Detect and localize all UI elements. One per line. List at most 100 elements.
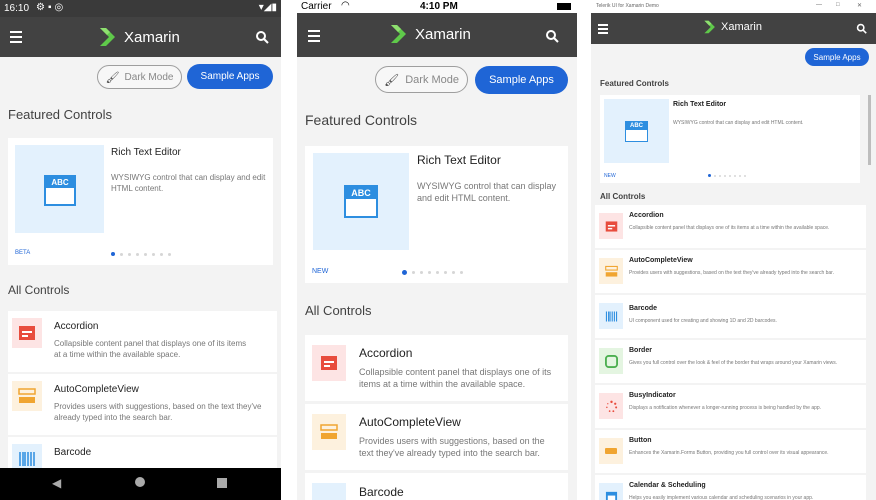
search-icon[interactable] [255, 30, 269, 44]
recents-icon[interactable] [217, 478, 227, 488]
list-item-autocompleteview[interactable]: AutoCompleteView Provides users with sug… [305, 404, 568, 470]
all-controls-heading: All Controls [600, 192, 646, 201]
list-item-description: UI component used for creating and showi… [629, 318, 777, 324]
android-screen: 16:10 ⚙▪◎ ▾◢▮ Xamarin 🖌 Dark Mode Sample … [0, 0, 281, 500]
list-item-description: Collapsible content panel that displays … [54, 339, 247, 359]
carousel-indicator[interactable] [402, 270, 463, 275]
back-icon[interactable]: ◀ [52, 476, 61, 490]
list-item-description: Provides users with suggestions, based o… [629, 270, 834, 276]
brush-icon: 🖌 [383, 72, 400, 87]
list-item-title: Accordion [629, 212, 664, 219]
list-item-barcode[interactable]: Barcode [305, 473, 568, 500]
list-item-title: Barcode [54, 447, 92, 458]
autocomplete-icon [12, 381, 42, 411]
list-item-calendar-scheduling[interactable]: Calendar & Scheduling Helps you easily i… [595, 475, 866, 500]
list-item-title: Accordion [359, 346, 413, 360]
list-item-title: AutoCompleteView [359, 415, 461, 429]
minimize-icon[interactable]: — [816, 2, 822, 8]
windows-screen: Telerik UI for Xamarin Demo — □ ✕ Xamari… [591, 0, 876, 500]
list-item-title: BusyIndicator [629, 392, 676, 399]
button-icon [599, 438, 623, 464]
carousel-indicator[interactable] [111, 252, 171, 256]
controls-list: Accordion Collapsible content panel that… [595, 205, 866, 500]
featured-tag: NEW [604, 173, 616, 179]
accordion-icon [312, 345, 346, 381]
scrollbar[interactable] [868, 95, 871, 165]
android-nav-bar: ◀ [0, 468, 281, 500]
window-title: Telerik UI for Xamarin Demo [596, 3, 659, 9]
abc-icon: ABC [44, 175, 76, 206]
autocomplete-icon [312, 414, 346, 450]
close-icon[interactable]: ✕ [857, 2, 862, 9]
border-icon [599, 348, 623, 374]
app-header: Xamarin [297, 13, 577, 57]
featured-card[interactable]: ABC Rich Text Editor WYSIWYG control tha… [305, 146, 568, 283]
dark-mode-label: Dark Mode [124, 71, 174, 83]
dark-mode-toggle[interactable]: 🖌 Dark Mode [97, 65, 182, 89]
list-item-title: AutoCompleteView [629, 257, 693, 264]
battery-icon: ▾◢▮ [258, 2, 277, 13]
list-item-accordion[interactable]: Accordion Collapsible content panel that… [8, 311, 277, 372]
status-time: 16:10 [4, 3, 30, 14]
search-icon[interactable] [856, 23, 867, 34]
busy-indicator-icon [599, 393, 623, 419]
app-title: Xamarin [124, 28, 180, 46]
list-item-title: AutoCompleteView [54, 384, 139, 395]
featured-title: Rich Text Editor [111, 147, 181, 158]
list-item-description: Helps you easily implement various calen… [629, 495, 814, 500]
list-item-autocompleteview[interactable]: AutoCompleteView Provides users with sug… [8, 374, 277, 435]
app-title: Xamarin [415, 25, 471, 43]
list-item-busyindicator[interactable]: BusyIndicator Displays a notification wh… [595, 385, 866, 428]
list-item-barcode[interactable]: Barcode UI component used for creating a… [595, 295, 866, 338]
list-item-title: Calendar & Scheduling [629, 482, 706, 489]
featured-title: Rich Text Editor [417, 153, 501, 167]
featured-thumbnail: ABC [15, 145, 104, 233]
list-item-description: Gives you full control over the look & f… [629, 360, 838, 366]
maximize-icon[interactable]: □ [836, 2, 840, 8]
status-icons: ⚙▪◎ [36, 2, 67, 13]
featured-heading: Featured Controls [305, 112, 418, 128]
xamarin-logo-icon [704, 20, 715, 34]
menu-icon[interactable] [308, 30, 320, 45]
list-item-description: Enhances the Xamarin.Forms Button, provi… [629, 450, 829, 456]
app-title: Xamarin [721, 21, 762, 33]
list-item-border[interactable]: Border Gives you full control over the l… [595, 340, 866, 383]
menu-icon[interactable] [598, 24, 608, 37]
xamarin-logo-icon [100, 28, 115, 46]
featured-description: WYSIWYG control that can display and edi… [417, 181, 557, 203]
search-icon[interactable] [545, 29, 559, 43]
xamarin-logo: Xamarin [389, 23, 471, 45]
brush-icon: 🖌 [105, 71, 120, 84]
window-title-bar: Telerik UI for Xamarin Demo — □ ✕ [591, 0, 876, 13]
dark-mode-toggle[interactable]: 🖌 Dark Mode [375, 66, 468, 93]
featured-card[interactable]: ABC Rich Text Editor WYSIWYG control tha… [600, 95, 860, 183]
sample-apps-button[interactable]: Sample Apps [475, 66, 568, 94]
list-item-button[interactable]: Button Enhances the Xamarin.Forms Button… [595, 430, 866, 473]
all-controls-heading: All Controls [8, 283, 70, 297]
menu-icon[interactable] [10, 31, 22, 46]
dark-mode-label: Dark Mode [405, 73, 460, 86]
app-header: Xamarin [591, 13, 876, 44]
list-item-description: Provides users with suggestions, based o… [359, 436, 545, 458]
list-item-description: Provides users with suggestions, based o… [54, 402, 262, 422]
abc-icon: ABC [344, 185, 378, 218]
sample-apps-label: Sample Apps [200, 71, 260, 82]
sample-apps-label: Sample Apps [813, 52, 861, 62]
list-item-description: Collapsible content panel that displays … [629, 225, 830, 231]
list-item-autocompleteview[interactable]: AutoCompleteView Provides users with sug… [595, 250, 866, 293]
list-item-description: Displays a notification whenever a longe… [629, 405, 822, 411]
featured-description: WYSIWYG control that can display and edi… [673, 120, 804, 126]
carousel-indicator[interactable] [708, 174, 746, 177]
home-icon[interactable] [135, 477, 145, 487]
list-item-accordion[interactable]: Accordion Collapsible content panel that… [305, 335, 568, 401]
featured-card[interactable]: ABC Rich Text Editor WYSIWYG control tha… [8, 138, 273, 265]
barcode-icon [599, 303, 623, 329]
featured-description: WYSIWYG control that can display and edi… [111, 173, 266, 193]
list-item-accordion[interactable]: Accordion Collapsible content panel that… [595, 205, 866, 248]
sample-apps-button[interactable]: Sample Apps [187, 64, 273, 89]
list-item-title: Button [629, 437, 652, 444]
featured-title: Rich Text Editor [673, 101, 727, 108]
xamarin-logo: Xamarin [703, 19, 762, 35]
list-item-title: Accordion [54, 321, 99, 332]
sample-apps-button[interactable]: Sample Apps [805, 48, 869, 66]
